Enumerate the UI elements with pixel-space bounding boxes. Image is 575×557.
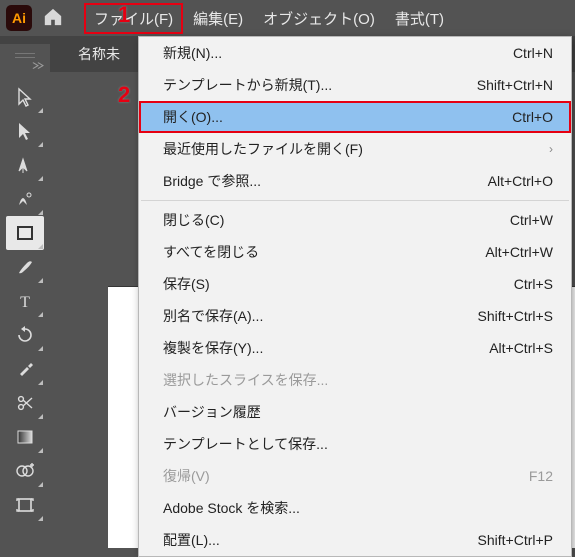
menu-item-label: 選択したスライスを保存...: [163, 370, 328, 390]
menu-item-7[interactable]: すべてを閉じる Alt+Ctrl+W: [139, 236, 571, 268]
menu-item-11: 選択したスライスを保存...: [139, 364, 571, 396]
menu-item-label: Bridge で参照...: [163, 171, 261, 191]
menu-item-label: 別名で保存(A)...: [163, 306, 263, 326]
menu-item-label: 新規(N)...: [163, 43, 222, 63]
menu-item-13[interactable]: テンプレートとして保存...: [139, 428, 571, 460]
curvature-tool[interactable]: [6, 182, 44, 216]
paintbrush-tool[interactable]: [6, 250, 44, 284]
menu-item-shortcut: Ctrl+W: [510, 212, 553, 228]
menu-item-shortcut: Ctrl+O: [512, 109, 553, 125]
app-logo-text: Ai: [12, 10, 26, 26]
direct-selection-tool[interactable]: [6, 114, 44, 148]
menu-item-label: 開く(O)...: [163, 107, 223, 127]
rotate-tool[interactable]: [6, 318, 44, 352]
menu-item-12[interactable]: バージョン履歴: [139, 396, 571, 428]
menu-item-9[interactable]: 別名で保存(A)... Shift+Ctrl+S: [139, 300, 571, 332]
menu-item-shortcut: Shift+Ctrl+N: [477, 77, 553, 93]
menu-item-shortcut: Ctrl+N: [513, 45, 553, 61]
menu-item-shortcut: Ctrl+S: [514, 276, 553, 292]
gradient-tool[interactable]: [6, 420, 44, 454]
menu-item-shortcut: Alt+Ctrl+W: [485, 244, 553, 260]
annotation-1: 1: [118, 2, 130, 28]
document-tab-label[interactable]: 名称未: [78, 44, 120, 64]
submenu-arrow-icon: ›: [549, 142, 553, 156]
menu-item-0[interactable]: 新規(N)... Ctrl+N: [139, 37, 571, 69]
menu-item-15[interactable]: Adobe Stock を検索...: [139, 492, 571, 524]
menu-item-14: 復帰(V) F12: [139, 460, 571, 492]
eyedropper-tool[interactable]: [6, 352, 44, 386]
app-header: Ai ファイル(F) 編集(E) オブジェクト(O) 書式(T): [0, 0, 575, 36]
menu-item-3[interactable]: 最近使用したファイルを開く(F) ›: [139, 133, 571, 165]
menu-item-label: テンプレートから新規(T)...: [163, 75, 332, 95]
menu-item-shortcut: F12: [529, 468, 553, 484]
menu-separator: [141, 200, 569, 201]
menu-item-label: 復帰(V): [163, 466, 210, 486]
menubar: ファイル(F) 編集(E) オブジェクト(O) 書式(T): [84, 2, 454, 35]
menu-item-shortcut: Shift+Ctrl+S: [478, 308, 553, 324]
menu-type[interactable]: 書式(T): [385, 2, 454, 35]
menu-item-label: 配置(L)...: [163, 530, 220, 550]
app-logo: Ai: [6, 5, 32, 31]
menu-item-shortcut: Shift+Ctrl+P: [478, 532, 553, 548]
pen-tool[interactable]: [6, 148, 44, 182]
menu-edit[interactable]: 編集(E): [183, 2, 253, 35]
menu-item-1[interactable]: テンプレートから新規(T)... Shift+Ctrl+N: [139, 69, 571, 101]
menu-item-shortcut: Alt+Ctrl+O: [488, 173, 553, 189]
menu-item-shortcut: Alt+Ctrl+S: [489, 340, 553, 356]
menu-file[interactable]: ファイル(F): [84, 3, 183, 34]
menu-item-label: 保存(S): [163, 274, 210, 294]
panel-expand-icon[interactable]: [0, 62, 50, 74]
menu-item-8[interactable]: 保存(S) Ctrl+S: [139, 268, 571, 300]
tool-panel: T: [0, 44, 50, 522]
menu-item-10[interactable]: 複製を保存(Y)... Alt+Ctrl+S: [139, 332, 571, 364]
panel-grip[interactable]: [0, 48, 50, 62]
scissors-tool[interactable]: [6, 386, 44, 420]
home-icon[interactable]: [42, 7, 64, 30]
menu-item-4[interactable]: Bridge で参照... Alt+Ctrl+O: [139, 165, 571, 197]
artboard-tool[interactable]: [6, 488, 44, 522]
menu-item-label: Adobe Stock を検索...: [163, 498, 300, 518]
annotation-2: 2: [118, 82, 130, 108]
menu-item-16[interactable]: 配置(L)... Shift+Ctrl+P: [139, 524, 571, 556]
menu-item-label: すべてを閉じる: [163, 242, 259, 262]
menu-object[interactable]: オブジェクト(O): [253, 2, 385, 35]
file-menu-dropdown: 新規(N)... Ctrl+N テンプレートから新規(T)... Shift+Ctrl…: [138, 36, 572, 557]
menu-item-label: バージョン履歴: [163, 402, 261, 422]
type-tool[interactable]: T: [6, 284, 44, 318]
menu-item-label: 最近使用したファイルを開く(F): [163, 139, 363, 159]
menu-item-6[interactable]: 閉じる(C) Ctrl+W: [139, 204, 571, 236]
menu-item-label: 閉じる(C): [163, 210, 224, 230]
shape-builder-tool[interactable]: [6, 454, 44, 488]
menu-item-2[interactable]: 開く(O)... Ctrl+O: [139, 101, 571, 133]
selection-tool[interactable]: [6, 80, 44, 114]
menu-item-label: テンプレートとして保存...: [163, 434, 328, 454]
svg-text:T: T: [20, 294, 30, 310]
menu-item-label: 複製を保存(Y)...: [163, 338, 263, 358]
toolbox: T: [3, 74, 47, 522]
rectangle-tool[interactable]: [6, 216, 44, 250]
